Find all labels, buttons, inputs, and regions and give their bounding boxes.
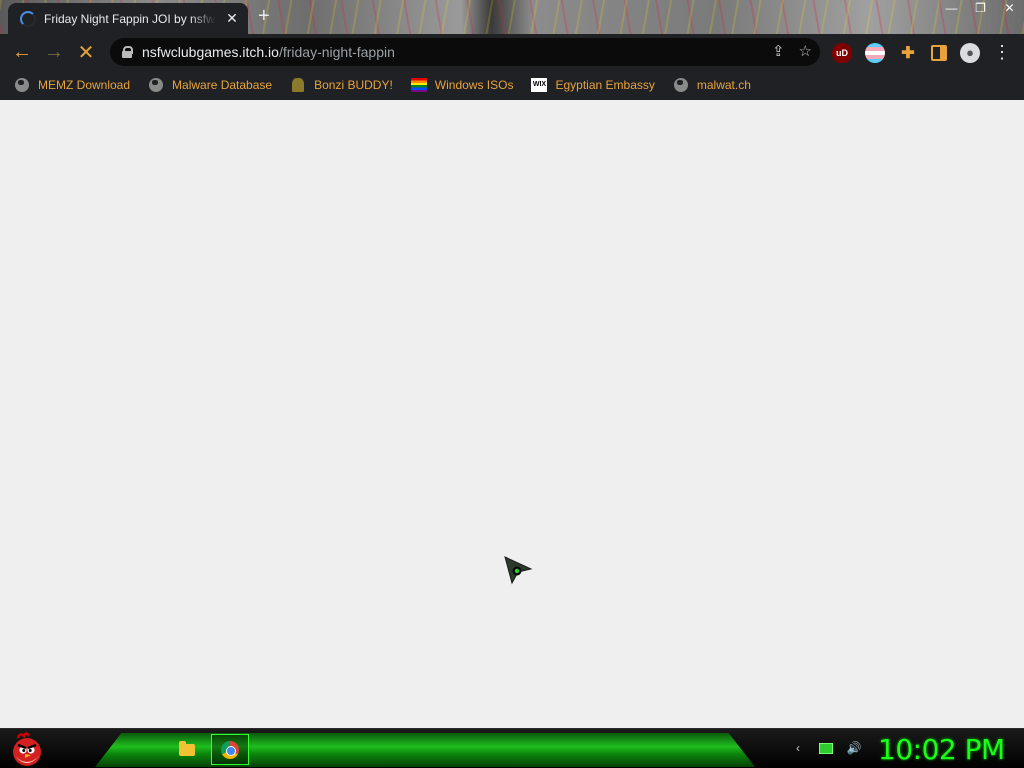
restore-button[interactable]: ❐ xyxy=(966,0,995,18)
bookmark-memz-download[interactable]: MEMZ Download xyxy=(14,77,130,93)
bookmark-windows-isos[interactable]: Windows ISOs xyxy=(410,77,514,93)
network-icon[interactable] xyxy=(818,740,834,756)
bookmark-star-icon[interactable]: ☆ xyxy=(799,42,812,60)
taskbar-clock[interactable]: 10:02 PM xyxy=(878,733,1005,766)
system-tray: ‹ 🔊 xyxy=(790,740,862,756)
globe-icon xyxy=(673,77,689,93)
bookmark-malware-database[interactable]: Malware Database xyxy=(148,77,272,93)
url-host: nsfwclubgames.itch.io xyxy=(142,44,279,60)
globe-icon xyxy=(148,77,164,93)
bookmark-label: Bonzi BUDDY! xyxy=(314,78,393,92)
address-bar[interactable]: nsfwclubgames.itch.io/friday-night-fappi… xyxy=(110,38,820,66)
share-icon[interactable]: ⇪ xyxy=(772,42,785,60)
window-controls: — ❐ ✕ xyxy=(937,0,1024,18)
profile-avatar-icon[interactable]: ● xyxy=(960,42,980,63)
tray-chevron-icon[interactable]: ‹ xyxy=(790,740,806,756)
start-button-angry-bird-icon[interactable] xyxy=(8,730,46,768)
bonzi-icon xyxy=(290,77,306,93)
taskbar: ‹ 🔊 10:02 PM xyxy=(0,728,1024,768)
bookmark-label: Windows ISOs xyxy=(434,78,514,92)
minimize-button[interactable]: — xyxy=(937,0,966,18)
browser-menu-button[interactable]: ⋮ xyxy=(993,42,1011,63)
forward-button[interactable]: → xyxy=(38,36,70,68)
browser-toolbar: ← → ✕ nsfwclubgames.itch.io/friday-night… xyxy=(0,34,1024,70)
bookmark-label: Malware Database xyxy=(172,78,273,92)
side-panel-icon[interactable] xyxy=(931,44,947,61)
browser-tab[interactable]: Friday Night Fappin JOI by nsfwc ✕ xyxy=(8,3,248,34)
wix-icon: WIX xyxy=(531,77,548,93)
chrome-icon xyxy=(221,740,239,759)
stop-loading-button[interactable]: ✕ xyxy=(70,36,102,68)
bookmark-egyptian-embassy[interactable]: WIX Egyptian Embassy xyxy=(531,77,655,93)
folder-icon xyxy=(179,740,195,756)
back-button[interactable]: ← xyxy=(6,36,38,68)
tab-close-button[interactable]: ✕ xyxy=(224,10,240,27)
bookmark-bonzi-buddy[interactable]: Bonzi BUDDY! xyxy=(290,77,393,93)
ublock-origin-icon[interactable]: uD xyxy=(832,42,852,63)
window-close-button[interactable]: ✕ xyxy=(995,0,1024,18)
taskbar-file-explorer[interactable] xyxy=(168,734,206,765)
bookmark-label: malwat.ch xyxy=(696,78,751,92)
new-tab-button[interactable]: + xyxy=(258,6,270,26)
url-text[interactable]: nsfwclubgames.itch.io/friday-night-fappi… xyxy=(142,44,395,60)
taskbar-chrome[interactable] xyxy=(211,734,249,765)
lock-icon[interactable] xyxy=(122,46,133,58)
volume-icon[interactable]: 🔊 xyxy=(846,740,862,756)
tab-title: Friday Night Fappin JOI by nsfwc xyxy=(44,11,216,26)
extensions-area: uD ✚ ● ⋮ xyxy=(832,42,1011,63)
bookmark-malwatch[interactable]: malwat.ch xyxy=(673,77,751,93)
url-path: /friday-night-fappin xyxy=(278,44,395,60)
trans-flag-extension-icon[interactable] xyxy=(865,42,885,63)
omnibox-actions: ⇪ ☆ xyxy=(772,42,812,60)
bookmark-label: Egyptian Embassy xyxy=(555,78,655,92)
bookmark-label: MEMZ Download xyxy=(38,78,131,92)
tab-strip: Friday Night Fappin JOI by nsfwc ✕ + — ❐… xyxy=(0,0,1024,34)
globe-icon xyxy=(14,77,30,93)
extensions-puzzle-icon[interactable]: ✚ xyxy=(898,43,918,63)
loading-spinner-icon xyxy=(20,10,36,27)
bookmarks-bar: MEMZ Download Malware Database Bonzi BUD… xyxy=(0,70,1024,100)
screen: Friday Night Fappin JOI by nsfwc ✕ + — ❐… xyxy=(0,0,1024,768)
rainbow-flag-icon xyxy=(410,77,427,93)
page-content[interactable] xyxy=(0,100,1024,728)
mouse-cursor-icon xyxy=(504,556,533,585)
